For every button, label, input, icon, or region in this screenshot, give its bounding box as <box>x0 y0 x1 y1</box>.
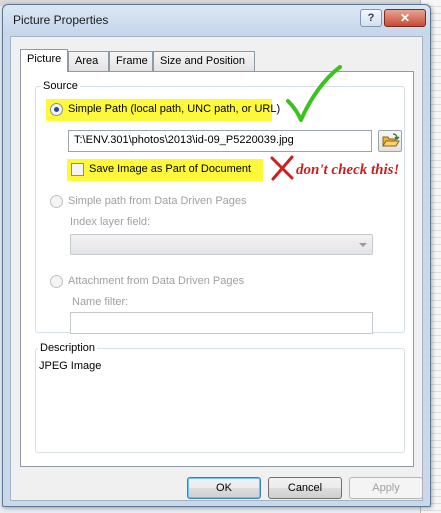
red-x-icon <box>270 155 294 181</box>
window-title: Picture Properties <box>13 13 109 27</box>
open-folder-icon <box>382 133 400 147</box>
ddp-path-radio[interactable] <box>50 195 63 208</box>
tab-frame[interactable]: Frame <box>109 51 153 71</box>
cancel-button[interactable]: Cancel <box>268 477 342 499</box>
source-group-label: Source <box>41 80 80 92</box>
attachment-label: Attachment from Data Driven Pages <box>68 275 245 287</box>
ok-button[interactable]: OK <box>187 477 261 499</box>
picture-properties-dialog: Picture Properties ? ✕ Picture Area Fram… <box>2 4 431 507</box>
description-text: JPEG Image <box>39 360 102 372</box>
help-button[interactable]: ? <box>360 9 382 27</box>
image-path-field[interactable]: T:\ENV.301\photos\2013\id-09_P5220039.jp… <box>68 130 372 152</box>
attachment-radio[interactable] <box>50 275 63 288</box>
apply-button[interactable]: Apply <box>349 477 423 499</box>
simple-path-radio[interactable] <box>50 103 63 116</box>
chevron-down-icon <box>359 243 367 247</box>
name-filter-field[interactable] <box>70 312 373 334</box>
green-check-icon <box>286 65 342 122</box>
description-group-label: Description <box>38 342 98 354</box>
description-group: Description JPEG Image <box>35 342 405 453</box>
dialog-client-area: Picture Area Frame Size and Position Sou… <box>10 36 423 501</box>
browse-button[interactable] <box>378 130 402 152</box>
name-filter-label: Name filter: <box>72 296 129 308</box>
index-layer-label: Index layer field: <box>70 216 151 228</box>
index-layer-dropdown[interactable] <box>70 234 373 255</box>
save-image-label: Save Image as Part of Document <box>89 163 252 175</box>
close-button[interactable]: ✕ <box>384 9 426 27</box>
picture-tab-panel: Source Simple Path (local path, UNC path… <box>20 65 414 467</box>
annotation-text: don't check this! <box>296 162 400 178</box>
tab-area[interactable]: Area <box>68 51 109 71</box>
simple-path-label: Simple Path (local path, UNC path, or UR… <box>68 103 281 115</box>
tab-size-and-position[interactable]: Size and Position <box>153 51 255 71</box>
tab-picture[interactable]: Picture <box>20 49 68 72</box>
source-group: Source Simple Path (local path, UNC path… <box>35 65 405 334</box>
save-image-checkbox[interactable] <box>71 163 84 176</box>
ddp-path-label: Simple path from Data Driven Pages <box>68 195 247 207</box>
title-bar[interactable]: Picture Properties ? ✕ <box>3 5 430 35</box>
